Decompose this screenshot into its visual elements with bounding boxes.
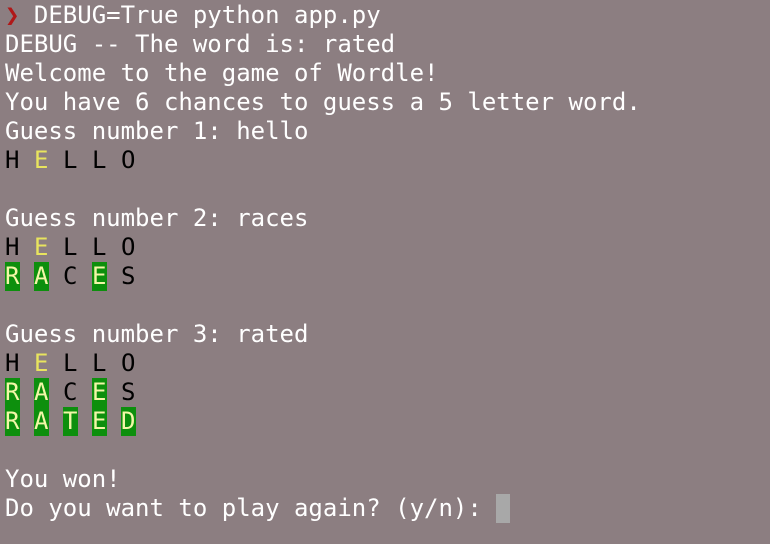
tile-spacer xyxy=(49,146,64,175)
board-row-hello: HELLO xyxy=(5,349,770,378)
tile-spacer xyxy=(78,378,93,407)
letter-tile-present: E xyxy=(34,349,49,377)
chances-line: You have 6 chances to guess a 5 letter w… xyxy=(5,88,641,116)
tile-spacer xyxy=(78,407,93,436)
tile-spacer xyxy=(20,233,35,262)
welcome-line: Welcome to the game of Wordle! xyxy=(5,59,439,87)
letter-tile-correct: A xyxy=(34,407,49,436)
letter-tile-correct: R xyxy=(5,378,20,407)
guess-2-label: Guess number 2: races xyxy=(5,204,309,232)
letter-tile-absent: O xyxy=(121,146,136,174)
tile-spacer xyxy=(20,262,35,291)
letter-tile-absent: L xyxy=(92,349,107,377)
won-message: You won! xyxy=(5,465,121,493)
tile-spacer xyxy=(78,233,93,262)
tile-spacer xyxy=(49,378,64,407)
tile-spacer xyxy=(49,262,64,291)
tile-spacer xyxy=(107,262,122,291)
tile-spacer xyxy=(49,349,64,378)
letter-tile-absent: O xyxy=(121,233,136,261)
tile-spacer xyxy=(20,378,35,407)
tile-spacer xyxy=(107,349,122,378)
prompt-command: DEBUG=True python app.py xyxy=(33,1,381,29)
letter-tile-absent: H xyxy=(5,349,20,377)
tile-spacer xyxy=(107,378,122,407)
guess-3-label: Guess number 3: rated xyxy=(5,320,309,348)
tile-spacer xyxy=(20,349,35,378)
board-row-hello: HELLO xyxy=(5,233,770,262)
letter-tile-absent: L xyxy=(63,349,78,377)
debug-line: DEBUG -- The word is: rated xyxy=(5,30,396,58)
play-again-line: Do you want to play again? (y/n): xyxy=(5,494,770,523)
letter-tile-correct: E xyxy=(92,407,107,436)
tile-spacer xyxy=(107,407,122,436)
prompt-arrow-icon: ❯ xyxy=(5,1,20,29)
board-row-hello: HELLO xyxy=(5,146,770,175)
prompt-line: ❯ DEBUG=True python app.py xyxy=(5,1,770,30)
tile-spacer xyxy=(20,146,35,175)
letter-tile-present: E xyxy=(34,233,49,261)
tile-spacer xyxy=(49,407,64,436)
tile-spacer xyxy=(78,146,93,175)
tile-spacer xyxy=(78,349,93,378)
letter-tile-correct: E xyxy=(92,262,107,291)
letter-tile-correct: E xyxy=(92,378,107,407)
guess-1-label: Guess number 1: hello xyxy=(5,117,309,145)
board-row-races: RACES xyxy=(5,262,770,291)
terminal-cursor[interactable] xyxy=(496,494,511,523)
letter-tile-absent: L xyxy=(63,146,78,174)
tile-spacer xyxy=(49,233,64,262)
tile-spacer xyxy=(78,262,93,291)
board-row-rated: RATED xyxy=(5,407,770,436)
letter-tile-absent: L xyxy=(92,146,107,174)
board-row-races: RACES xyxy=(5,378,770,407)
letter-tile-absent: O xyxy=(121,349,136,377)
letter-tile-correct: R xyxy=(5,407,20,436)
letter-tile-correct: A xyxy=(34,378,49,407)
play-again-prompt: Do you want to play again? (y/n): xyxy=(5,494,497,522)
letter-tile-absent: C xyxy=(63,262,78,290)
letter-tile-absent: L xyxy=(92,233,107,261)
letter-tile-absent: H xyxy=(5,146,20,174)
tile-spacer xyxy=(107,146,122,175)
letter-tile-absent: S xyxy=(121,378,136,406)
terminal-window[interactable]: ❯ DEBUG=True python app.py DEBUG -- The … xyxy=(0,0,770,544)
letter-tile-absent: C xyxy=(63,378,78,406)
letter-tile-absent: L xyxy=(63,233,78,261)
letter-tile-absent: S xyxy=(121,262,136,290)
tile-spacer xyxy=(107,233,122,262)
letter-tile-correct: A xyxy=(34,262,49,291)
letter-tile-absent: H xyxy=(5,233,20,261)
letter-tile-correct: T xyxy=(63,407,78,436)
letter-tile-correct: R xyxy=(5,262,20,291)
letter-tile-correct: D xyxy=(121,407,136,436)
tile-spacer xyxy=(20,407,35,436)
letter-tile-present: E xyxy=(34,146,49,174)
